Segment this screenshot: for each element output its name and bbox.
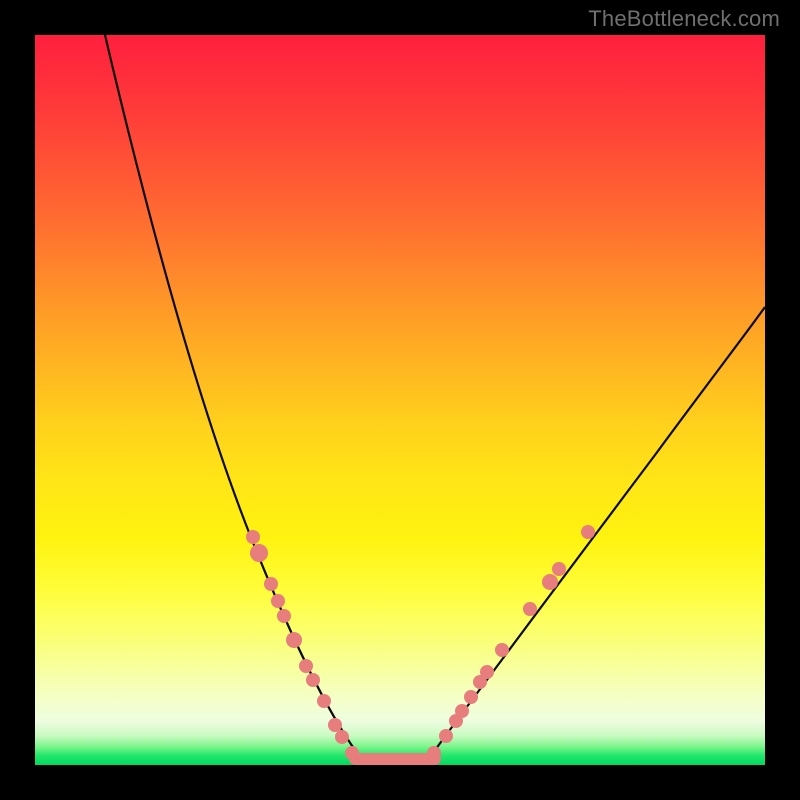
marker-dots: [246, 525, 595, 760]
marker-dot: [306, 673, 320, 687]
marker-dot: [581, 525, 595, 539]
plot-area: [35, 35, 765, 765]
marker-dot: [552, 562, 566, 576]
marker-dot: [277, 609, 291, 623]
marker-dot: [439, 729, 453, 743]
marker-dot: [271, 594, 285, 608]
marker-dot: [317, 694, 331, 708]
curve-right: [430, 307, 765, 757]
marker-dot: [335, 730, 349, 744]
marker-dot: [286, 632, 302, 648]
marker-dot: [523, 602, 537, 616]
watermark-text: TheBottleneck.com: [588, 6, 780, 32]
marker-dot: [299, 659, 313, 673]
marker-dot: [480, 665, 494, 679]
marker-dot: [455, 704, 469, 718]
marker-dot: [345, 746, 359, 760]
marker-dot: [250, 544, 268, 562]
marker-dot: [328, 718, 342, 732]
marker-dot: [264, 577, 278, 591]
marker-dot: [427, 746, 441, 760]
marker-dot: [246, 530, 260, 544]
marker-dot: [464, 690, 478, 704]
curve-left: [105, 35, 360, 757]
marker-dot: [542, 574, 558, 590]
outer-frame: TheBottleneck.com: [0, 0, 800, 800]
marker-dot: [495, 643, 509, 657]
chart-svg: [35, 35, 765, 765]
